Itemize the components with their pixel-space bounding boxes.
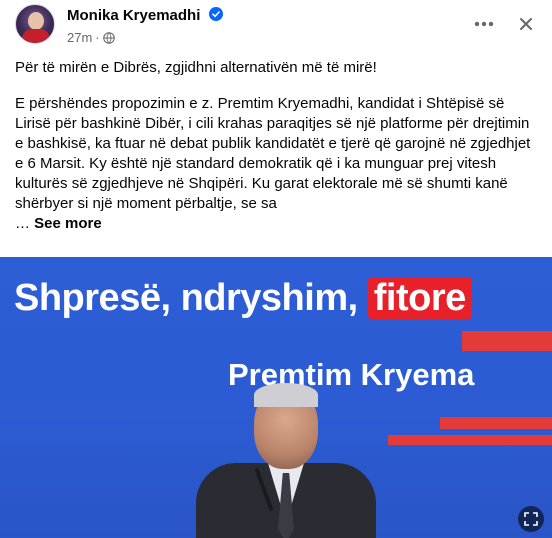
fullscreen-icon (524, 512, 538, 526)
see-more-link[interactable]: See more (34, 215, 102, 232)
more-options-icon (474, 21, 494, 27)
author-name[interactable]: Monika Kryemadhi (67, 7, 200, 24)
close-icon (520, 18, 532, 30)
speaker-figure (196, 377, 376, 538)
close-button[interactable] (512, 10, 540, 38)
slogan-text: Shpresë, ndryshim, (14, 277, 368, 319)
fullscreen-button[interactable] (518, 506, 544, 532)
author-name-row: Monika Kryemadhi (67, 7, 223, 24)
backdrop-red-strip (440, 417, 552, 429)
backdrop-red-bar (462, 331, 552, 351)
photo-slogan: Shpresë, ndryshim, fitore (14, 277, 472, 320)
post-photo[interactable]: Shpresë, ndryshim, fitore Premtim Kryema (0, 257, 552, 538)
backdrop-red-strip-lower (388, 435, 552, 445)
meta-dot: · (95, 30, 100, 45)
verified-badge-icon (208, 7, 223, 21)
globe-icon (102, 31, 115, 44)
author-avatar[interactable] (15, 4, 55, 44)
post-header: Monika Kryemadhi 27m · (15, 4, 540, 48)
slogan-highlight: fitore (367, 277, 472, 319)
speaker-hair (254, 383, 318, 407)
post-body-text: E përshëndes propozimin e z. Premtim Kry… (15, 95, 531, 212)
post-meta: 27m · (67, 30, 115, 45)
post-timestamp[interactable]: 27m (67, 30, 92, 45)
post-text-body: E përshëndes propozimin e z. Premtim Kry… (15, 94, 535, 234)
post-text-intro: Për të mirën e Dibrës, zgjidhni alternat… (15, 59, 377, 76)
post-menu-button[interactable] (470, 10, 498, 38)
ellipsis: … (15, 215, 30, 232)
